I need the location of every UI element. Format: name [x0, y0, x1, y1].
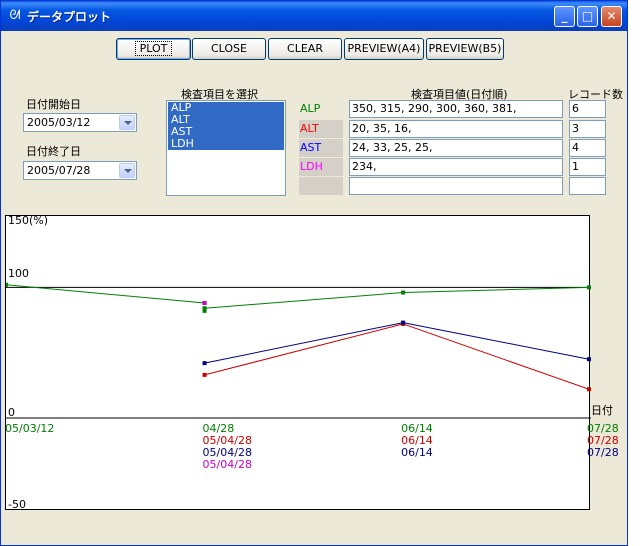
plot-svg	[6, 282, 591, 419]
test-values-field[interactable]: 234,	[349, 158, 563, 176]
start-date-select[interactable]: 2005/03/12	[23, 113, 137, 132]
preview-b5-button[interactable]: PREVIEW(B5)	[426, 38, 504, 60]
test-values-field[interactable]: 24, 33, 25, 25,	[349, 139, 563, 157]
test-name-alp: ALP	[300, 102, 321, 115]
window-title: データプロット	[27, 10, 112, 24]
x-tick-label: 05/04/28	[202, 458, 252, 471]
record-count-field[interactable]: 1	[569, 158, 606, 176]
maximize-button[interactable]: □	[577, 6, 598, 27]
series-line-ast	[403, 322, 590, 360]
start-date-value: 2005/03/12	[27, 116, 91, 129]
test-name-ldh: LDH	[299, 158, 343, 176]
x-tick-label: 07/28	[587, 446, 619, 459]
record-count-field[interactable]: 6	[569, 100, 606, 118]
data-point-alp	[202, 306, 207, 311]
test-name-ast: AST	[299, 139, 343, 157]
x-axis-label: 日付	[591, 404, 613, 417]
data-point-alp	[587, 285, 591, 290]
record-count-field[interactable]: 3	[569, 120, 606, 138]
chevron-down-icon[interactable]	[119, 163, 135, 178]
plot-button-label: PLOT	[134, 41, 173, 56]
test-name-alt: ALT	[299, 120, 343, 138]
data-point-alt	[202, 372, 207, 377]
end-date-select[interactable]: 2005/07/28	[23, 161, 137, 180]
end-date-value: 2005/07/28	[27, 164, 91, 177]
data-point-alt	[587, 387, 591, 392]
chevron-down-icon[interactable]	[119, 115, 135, 130]
preview-a4-button[interactable]: PREVIEW(A4)	[344, 38, 424, 60]
test-name-empty	[299, 177, 343, 195]
test-values-field[interactable]: 350, 315, 290, 300, 360, 381,	[349, 100, 563, 118]
close-window-button[interactable]: ✕	[601, 6, 622, 27]
data-point-ast	[202, 361, 207, 366]
x-tick-label: 06/14	[401, 446, 433, 459]
test-listbox[interactable]: ALP ALT AST LDH	[166, 100, 286, 196]
x-tick-label: 05/03/12	[5, 422, 55, 435]
minimize-button[interactable]: _	[554, 6, 575, 27]
clear-button[interactable]: CLEAR	[268, 38, 342, 60]
app-window: ᘛ データプロット _ □ ✕ PLOT CLOSE CLEAR PREVIEW…	[0, 0, 628, 546]
data-point-ast	[587, 357, 591, 362]
y-zero-label: 0	[8, 406, 15, 419]
test-values-field[interactable]	[349, 177, 563, 195]
series-line-alt	[204, 323, 404, 376]
record-count-field[interactable]	[569, 177, 606, 195]
end-date-label: 日付終了日	[26, 145, 81, 158]
series-line-ast	[204, 322, 404, 364]
record-count-field[interactable]: 4	[569, 139, 606, 157]
data-point-ldh	[202, 301, 207, 306]
y-ref-label: 100	[8, 267, 29, 280]
series-line-alp	[403, 286, 590, 294]
data-point-alp	[6, 282, 8, 287]
series-line-alp	[204, 292, 404, 309]
data-point-ast	[401, 320, 406, 325]
start-date-label: 日付開始日	[26, 98, 81, 111]
list-item[interactable]: LDH	[168, 138, 284, 150]
bunny-icon[interactable]: ᘛ	[7, 8, 23, 24]
test-values-field[interactable]: 20, 35, 16,	[349, 120, 563, 138]
y-bottom-label: -50	[8, 498, 26, 511]
y-top-label: 150(%)	[8, 214, 49, 227]
plot-button[interactable]: PLOT	[116, 38, 191, 60]
data-point-alp	[401, 290, 406, 295]
close-button[interactable]: CLOSE	[192, 38, 266, 60]
title-bar[interactable]: ᘛ データプロット _ □ ✕	[1, 1, 627, 31]
plot-area: 150(%) 100 0 -50 日付 05/03/12 04/28 05/04/2…	[5, 214, 619, 511]
series-line-alt	[402, 323, 590, 390]
